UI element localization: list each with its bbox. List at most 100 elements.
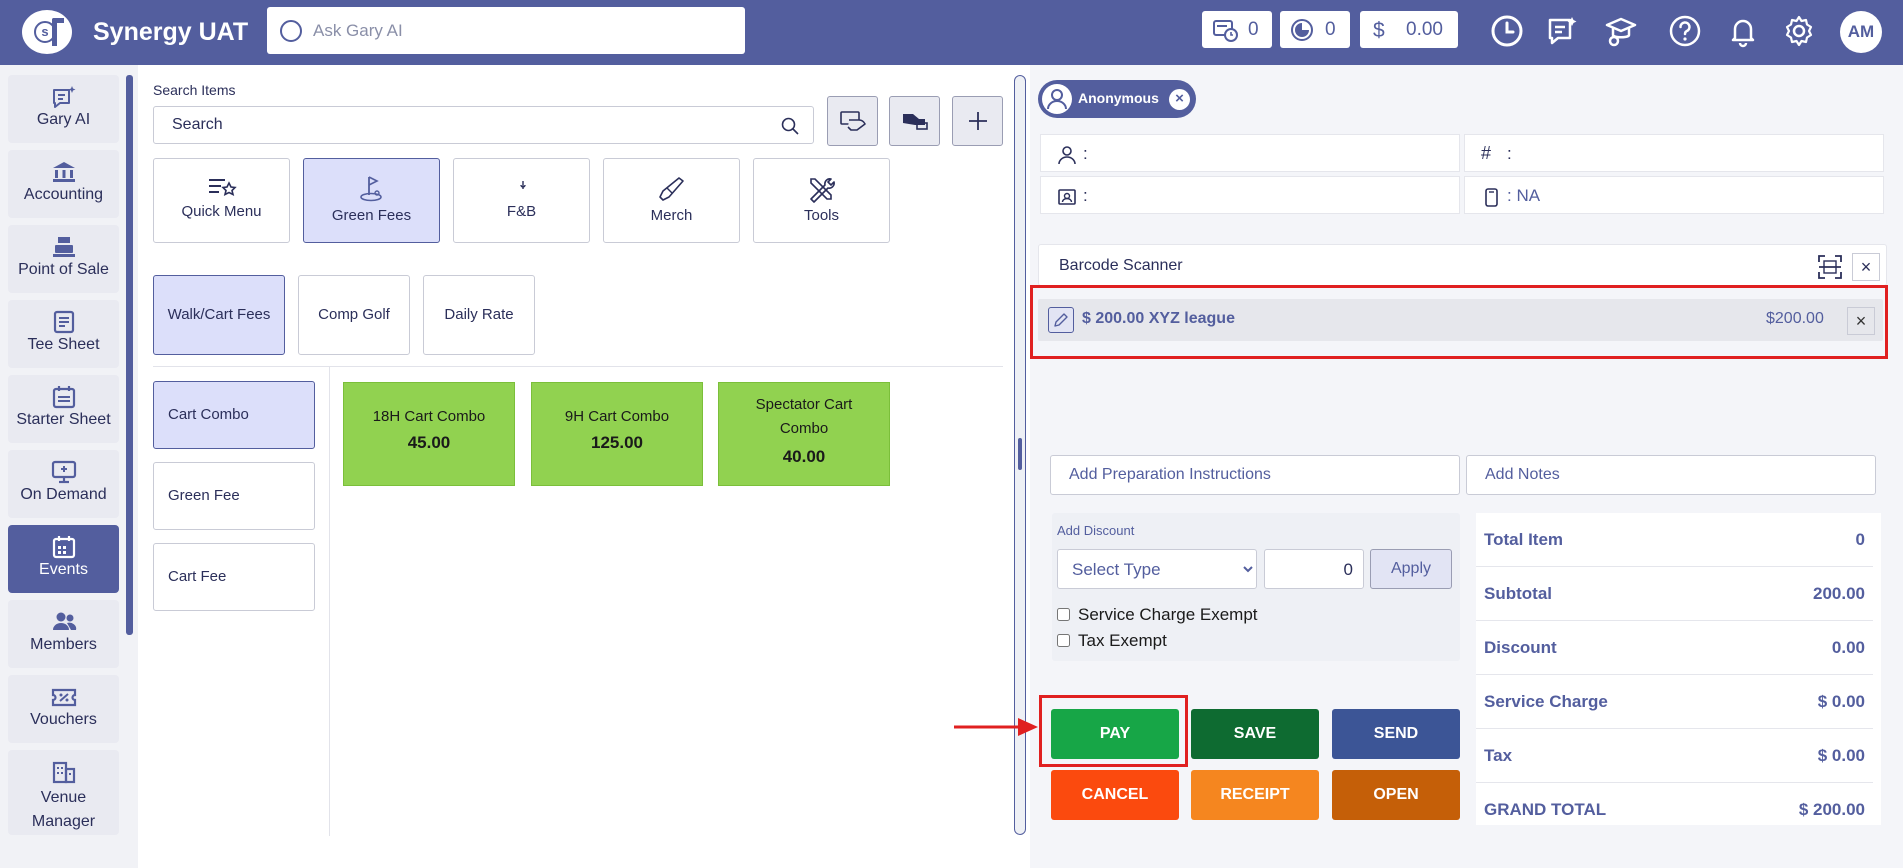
settings-gear-icon[interactable] <box>1782 14 1816 48</box>
groups-divider <box>329 366 330 836</box>
app-logo[interactable]: s <box>22 10 72 54</box>
splitter-handle[interactable] <box>1018 438 1022 470</box>
sidebar-item-point-of-sale[interactable]: Point of Sale <box>8 225 119 293</box>
subcategory-walk-cart-fees[interactable]: Walk/Cart Fees <box>153 275 285 355</box>
scan-icon[interactable] <box>1816 253 1844 281</box>
product-9h-cart-combo[interactable]: 9H Cart Combo 125.00 <box>531 382 703 486</box>
cancel-button[interactable]: CANCEL <box>1051 770 1179 820</box>
discount-type-select[interactable]: Select Type <box>1057 549 1257 589</box>
customer-chip[interactable]: Anonymous × <box>1038 80 1196 118</box>
category-label: Merch <box>650 207 693 224</box>
remove-line-item-button[interactable]: × <box>1847 307 1875 335</box>
sidebar-item-venue-manager[interactable]: Venue Manager <box>8 750 119 835</box>
notes-chat-icon[interactable] <box>1546 14 1580 48</box>
hand-card-button[interactable] <box>827 96 878 146</box>
discount-amount-input[interactable]: 0 <box>1264 549 1364 589</box>
edit-line-item-button[interactable] <box>1048 307 1074 333</box>
phone-icon <box>1485 188 1498 207</box>
sidebar-item-label: Point of Sale <box>18 261 109 278</box>
customer-name: Anonymous <box>1078 90 1159 106</box>
category-tools[interactable]: Tools <box>753 158 890 243</box>
subcategory-daily-rate[interactable]: Daily Rate <box>423 275 535 355</box>
top-bar: s Synergy UAT Ask Gary AI 0 0 $ 0.00 AM <box>0 0 1903 65</box>
sidebar-item-accounting[interactable]: Accounting <box>8 150 119 218</box>
product-18h-cart-combo[interactable]: 18H Cart Combo 45.00 <box>343 382 515 486</box>
category-fnb[interactable]: F&B <box>453 158 590 243</box>
category-merch[interactable]: Merch <box>603 158 740 243</box>
pay-button[interactable]: PAY <box>1051 709 1179 759</box>
sidebar-item-label: On Demand <box>20 486 107 503</box>
pay-hand-button[interactable] <box>889 96 940 146</box>
sidebar-item-members[interactable]: Members <box>8 600 119 668</box>
pending-counter[interactable]: 0 <box>1280 11 1350 48</box>
ask-gary-ai-placeholder: Ask Gary AI <box>313 21 403 40</box>
sidebar-item-gary-ai[interactable]: Gary AI <box>8 75 119 143</box>
save-button[interactable]: SAVE <box>1191 709 1319 759</box>
events-calendar-icon <box>52 536 75 559</box>
app-title: Synergy UAT <box>93 18 249 46</box>
monitor-icon <box>51 460 76 484</box>
barcode-scanner-bar[interactable]: Barcode Scanner × <box>1038 244 1887 286</box>
line-item-amount: $200.00 <box>1766 310 1824 327</box>
hash-icon: # <box>1481 143 1492 163</box>
product-price: 40.00 <box>782 447 826 466</box>
ask-gary-ai-input[interactable]: Ask Gary AI <box>267 7 745 54</box>
gary-ai-icon <box>280 20 302 42</box>
sidebar-item-vouchers[interactable]: Vouchers <box>8 675 119 743</box>
product-name: 18H Cart Combo <box>372 408 486 425</box>
close-barcode-button[interactable]: × <box>1852 253 1880 281</box>
product-spectator-cart-combo[interactable]: Spectator Cart Combo 40.00 <box>718 382 890 486</box>
apply-discount-button[interactable]: Apply <box>1370 549 1452 589</box>
subcategory-comp-golf[interactable]: Comp Golf <box>298 275 410 355</box>
add-notes-input[interactable]: Add Notes <box>1466 455 1876 495</box>
customer-name-field: : <box>1040 134 1460 172</box>
sidebar-item-on-demand[interactable]: On Demand <box>8 450 119 518</box>
notification-bell-icon[interactable] <box>1726 14 1760 48</box>
sidebar-item-label-line2: Manager <box>31 813 96 830</box>
sidebar-item-label: Members <box>30 636 97 653</box>
group-cart-fee[interactable]: Cart Fee <box>153 543 315 611</box>
category-green-fees[interactable]: Green Fees <box>303 158 440 243</box>
open-tickets-counter[interactable]: 0 <box>1202 11 1272 48</box>
group-cart-combo[interactable]: Cart Combo <box>153 381 315 449</box>
order-line-item[interactable]: $ 200.00 XYZ league $200.00 × <box>1038 299 1883 341</box>
learning-icon[interactable] <box>1604 14 1638 48</box>
open-button[interactable]: OPEN <box>1332 770 1460 820</box>
add-item-button[interactable] <box>952 96 1003 146</box>
plus-icon <box>968 112 987 130</box>
prep-instructions-input[interactable]: Add Preparation Instructions <box>1050 455 1460 495</box>
voucher-icon <box>51 688 76 707</box>
cash-amount: 0.00 <box>1406 19 1443 40</box>
sidebar-scrollbar[interactable] <box>126 75 133 635</box>
sidebar-item-tee-sheet[interactable]: Tee Sheet <box>8 300 119 368</box>
sidebar-item-label: Starter Sheet <box>16 411 111 428</box>
id-card-icon <box>1058 189 1076 205</box>
category-quick-menu[interactable]: Quick Menu <box>153 158 290 243</box>
pending-count: 0 <box>1325 19 1336 40</box>
product-price: 45.00 <box>407 433 451 452</box>
totals-row: Discount 0.00 <box>1476 621 1873 675</box>
sidebar-item-events[interactable]: Events <box>8 525 119 593</box>
line-item-description: $ 200.00 XYZ league <box>1082 310 1235 327</box>
service-charge-exempt-checkbox[interactable]: Service Charge Exempt <box>1057 605 1258 625</box>
register-clock-icon <box>1213 20 1238 42</box>
remove-customer-button[interactable]: × <box>1169 89 1190 110</box>
red-arrow-annotation <box>954 718 1038 736</box>
send-button[interactable]: SEND <box>1332 709 1460 759</box>
help-icon[interactable] <box>1668 14 1702 48</box>
search-icon <box>781 117 799 135</box>
customer-avatar-icon <box>1042 84 1072 114</box>
ai-chat-icon <box>52 86 75 108</box>
quick-menu-icon <box>208 179 237 196</box>
sidebar-item-starter-sheet[interactable]: Starter Sheet <box>8 375 119 443</box>
totals-row: Service Charge $ 0.00 <box>1476 675 1873 729</box>
clock-icon[interactable] <box>1490 14 1524 48</box>
totals-row: Subtotal 200.00 <box>1476 567 1873 621</box>
cash-counter[interactable]: $ 0.00 <box>1360 11 1458 48</box>
search-items-input[interactable]: Search <box>153 106 814 144</box>
receipt-button[interactable]: RECEIPT <box>1191 770 1319 820</box>
tax-exempt-checkbox[interactable]: Tax Exempt <box>1057 631 1167 651</box>
add-discount-label: Add Discount <box>1057 523 1135 538</box>
group-green-fee[interactable]: Green Fee <box>153 462 315 530</box>
user-avatar[interactable]: AM <box>1840 11 1882 53</box>
